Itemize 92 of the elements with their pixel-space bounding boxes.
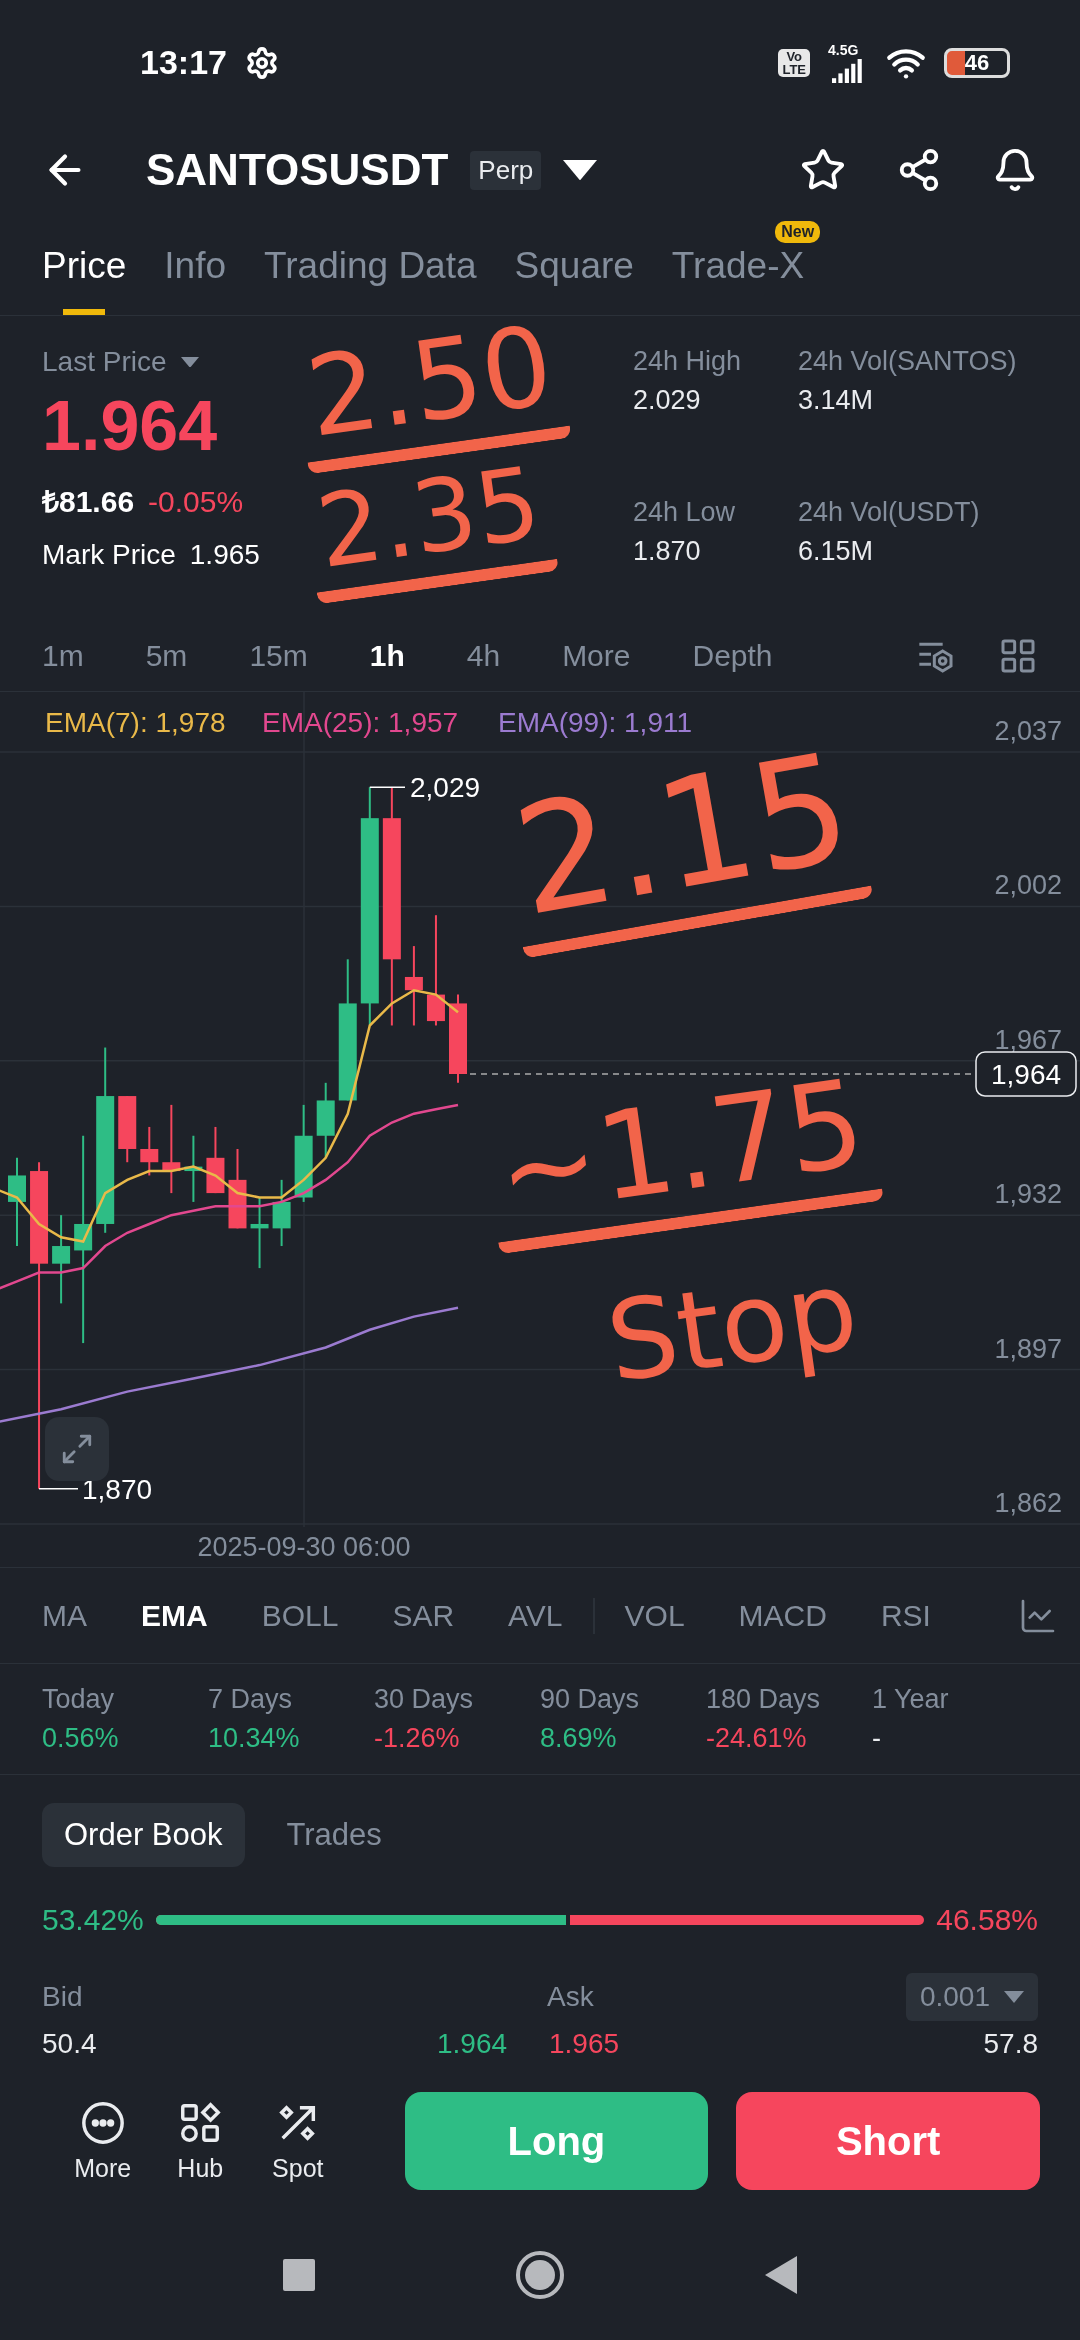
expand-button[interactable] [45,1417,109,1481]
back-nav-icon[interactable] [765,2256,797,2294]
candle [184,1134,203,1203]
period-label: 1 Year [872,1684,950,1715]
order-book-tab[interactable]: Order Book [42,1803,245,1867]
stat-label: 24h Vol(USDT) [798,496,981,528]
fiat-price: ₺81.66 [42,484,135,520]
interval-tab[interactable]: 15m [249,639,308,673]
tab[interactable]: Info [164,245,227,315]
low-price-label: 1,870 [82,1473,153,1505]
indicator-tab[interactable]: MA [42,1598,87,1633]
last-price-tag: 1,964 [975,1051,1077,1097]
caret-icon [1004,1991,1024,2003]
bid-share: 53.42% [42,1903,144,1937]
home-icon[interactable] [515,2250,565,2300]
bid-header: Bid [42,1981,84,2013]
ema-legend: EMA(7): 1,978 [45,707,226,738]
stat-label: 24h High [633,346,743,377]
pair-symbol: SANTOSUSDT [146,145,449,195]
stat-value: 3.14M [798,385,875,416]
indicator-tab[interactable]: SAR [392,1598,455,1633]
ask-price: 1.965 [549,2027,621,2061]
interval-tab[interactable]: 1h [369,639,405,673]
expand-icon [60,1432,94,1466]
candle [272,1178,291,1248]
interval-tab[interactable]: 1m [42,639,84,673]
price-axis-label: 2,037 [994,716,1062,746]
handwritten-note: 2.35 [301,451,559,605]
period-label: 7 Days [208,1684,294,1715]
leader-line [38,1487,79,1490]
period-change: 8.69% [540,1723,618,1754]
mark-price-label: Mark Price [42,539,176,571]
stat-value: 1.870 [633,535,702,567]
mark-price: 1.965 [189,539,260,571]
volte-indicator: Vo LTE [778,48,810,77]
ema-legend: EMA(25): 1,957 [262,707,459,738]
ask-quantity: 57.8 [983,2027,1038,2061]
settings-icon [244,45,279,80]
short-button[interactable]: Short [736,2092,1040,2190]
new-badge: New [775,221,821,243]
candle [140,1125,159,1177]
contract-badge: Perp [470,150,542,190]
interval-tab[interactable]: More [562,639,631,673]
price-axis-label: 1,932 [994,1179,1062,1210]
high-price-label: 2,029 [410,772,481,804]
indicator-tab[interactable]: MACD [738,1598,827,1633]
handwritten-note: Stop [598,1253,867,1410]
stat-value: 6.15M [798,535,875,567]
bid-quantity: 50.4 [42,2027,98,2061]
last-price-label: Last Price [42,346,167,378]
bid-price: 1.964 [437,2027,509,2061]
handwritten-note: ~1.75 [480,1061,884,1255]
price-axis-label: 1,862 [994,1487,1062,1518]
leader-line [369,786,406,789]
tab[interactable]: Price [42,245,127,315]
period-change: -24.61% [706,1723,808,1754]
period-change: - [872,1723,882,1754]
caret-icon [563,159,598,181]
interval-tab[interactable]: 5m [145,639,188,673]
price-change: -0.05% [148,485,244,519]
stat-value: 2.029 [633,385,702,416]
price-axis-label: 2,002 [994,870,1062,901]
price-axis-label: 1,897 [994,1333,1062,1364]
candle [118,1095,137,1164]
interval-tab[interactable]: 4h [466,639,501,673]
time-axis-label: 2025-09-30 06:00 [197,1532,411,1562]
period-change: 10.34% [208,1723,301,1754]
battery-indicator: 46 [944,47,1010,78]
status-time: 13:17 [140,43,227,82]
indicator-tab[interactable]: AVL [508,1598,563,1633]
ask-header: Ask [547,1981,595,2013]
period-change: -1.26% [374,1723,461,1754]
stat-label: 24h Low [633,496,737,528]
period-label: 90 Days [540,1684,641,1715]
interval-tab[interactable]: Depth [692,639,773,673]
indicator-tab[interactable]: BOLL [261,1598,339,1633]
more-icon [79,2099,126,2146]
stat-label: 24h Vol(SANTOS) [798,346,1018,377]
order-book-tab[interactable]: Trades [264,1803,404,1867]
ask-share: 46.58% [936,1903,1038,1937]
indicator-tab[interactable]: EMA [141,1598,208,1633]
period-change: 0.56% [42,1723,120,1754]
tab[interactable]: Trade-X [671,245,805,315]
indicator-tab[interactable]: VOL [624,1598,685,1633]
precision-dropdown[interactable]: 0.001 [905,1973,1038,2021]
period-label: 180 Days [706,1684,822,1715]
indicator-tab[interactable]: RSI [880,1598,931,1633]
caret-icon [180,356,199,368]
network-type: 4.5G [828,42,859,58]
candle [206,1125,225,1195]
period-label: 30 Days [374,1684,475,1715]
period-label: Today [42,1684,116,1715]
